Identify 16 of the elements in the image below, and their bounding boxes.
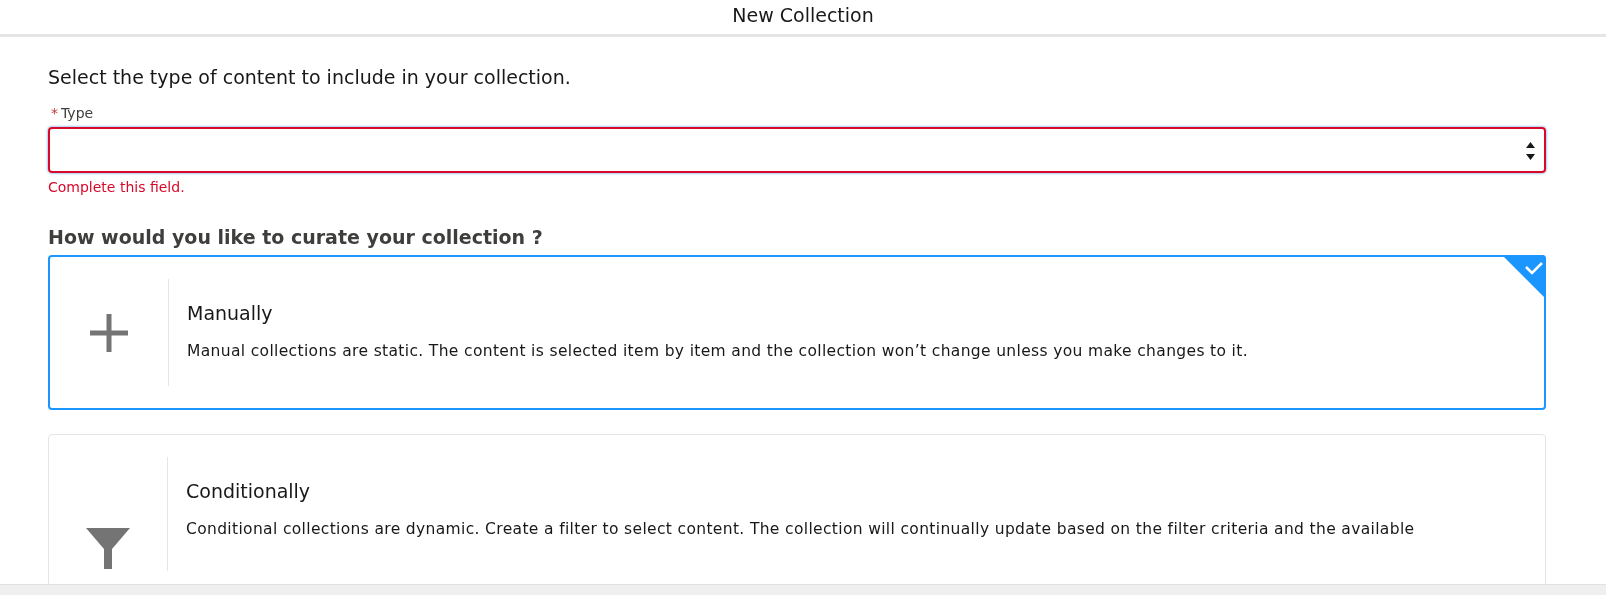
option-card[interactable]: Manually Manual collections are static. The content is selected item by item and the collection won’t change unless you make changes to it. bbox=[48, 255, 1546, 410]
option-description: Manual collections are static. The content is selected item by item and the collection won’t change unless you make changes to it. bbox=[187, 341, 1249, 361]
section-heading: How would you like to curate your collection ? bbox=[48, 225, 544, 249]
option-title: Manually bbox=[187, 301, 274, 325]
instruction-text: Select the type of content to include in your collection. bbox=[48, 65, 572, 89]
type-select[interactable] bbox=[48, 127, 1546, 173]
up-down-arrows-icon bbox=[1526, 142, 1535, 160]
plus-icon bbox=[88, 311, 130, 354]
selected-check-icon bbox=[1502, 255, 1546, 299]
error-message: Complete this field. bbox=[48, 179, 186, 195]
modal-title: New Collection bbox=[732, 4, 874, 26]
filter-icon bbox=[85, 527, 131, 571]
field-label: Type bbox=[61, 105, 94, 121]
option-title: Conditionally bbox=[186, 479, 312, 503]
required-mark: * bbox=[51, 105, 58, 121]
option-description: Conditional collections are dynamic. Create a filter to select content. The collection will continually update based on the filter criteria and the available bbox=[186, 519, 1416, 539]
